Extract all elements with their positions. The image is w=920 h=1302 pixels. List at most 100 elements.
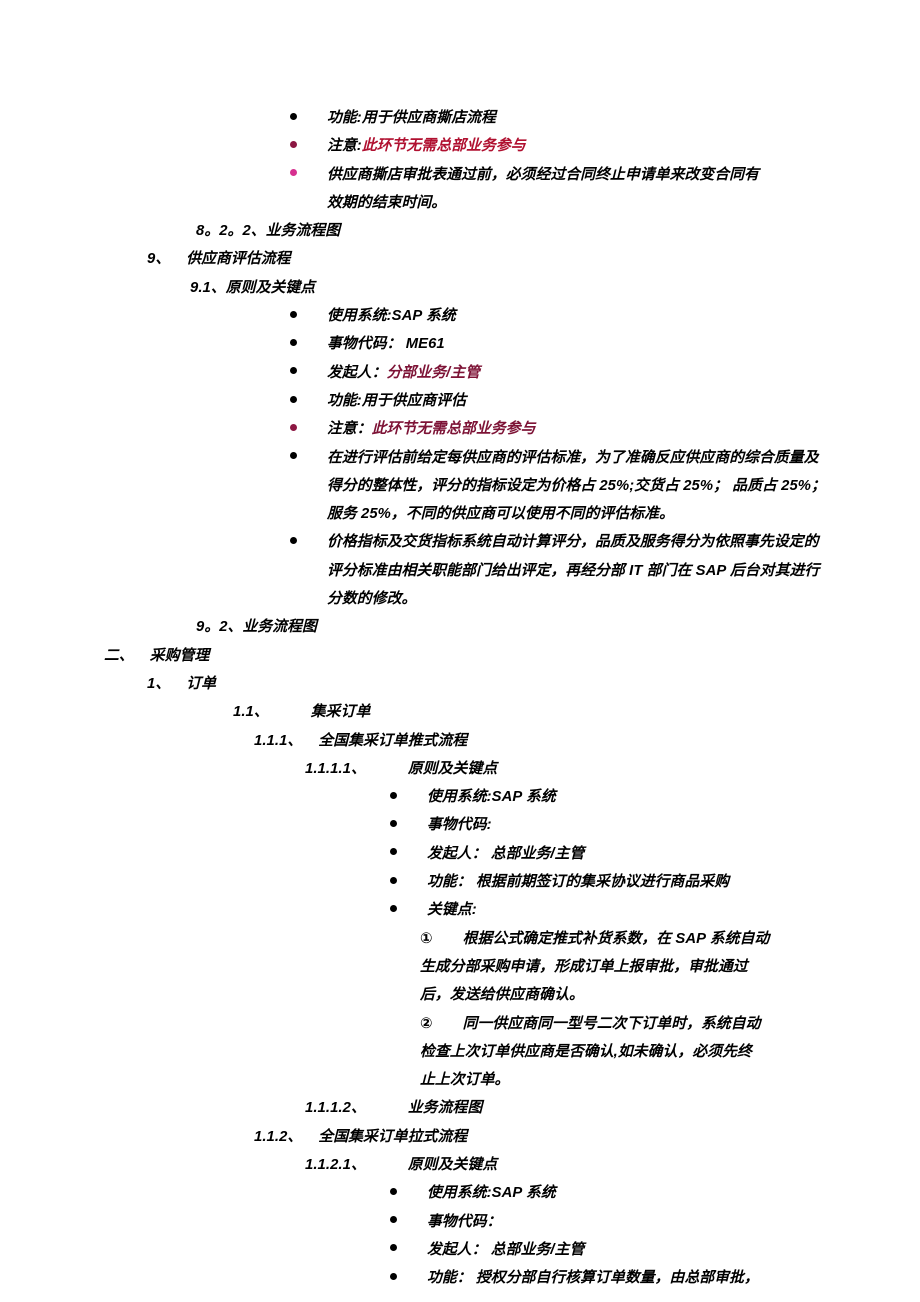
bullet-icon: [390, 840, 427, 868]
heading-9: 9、 供应商评估流程: [0, 245, 815, 273]
numbered-item-text: 生成分部采购申请，形成订单上报审批，审批通过 后，发送给供应商确认。: [420, 953, 815, 1010]
bullet-icon: [390, 1264, 427, 1292]
list-item-paragraph: 价格指标及交货指标系统自动计算评分，品质及服务得分为依照事先设定的 评分标准由相…: [0, 528, 819, 613]
heading-title: 供应商评估流程: [186, 251, 291, 268]
list-item: 使用系统:SAP 系统: [0, 1179, 815, 1207]
initiator-label: 发起人：: [327, 364, 387, 381]
line-2: 得分的整体性，评分的指标设定为价格占 25%;交货占 25%； 品质占 25%；: [327, 477, 826, 494]
list-item-label: 价格指标及交货指标系统自动计算评分，品质及服务得分为依照事先设定的 评分标准由相…: [327, 528, 819, 613]
heading-title: 集采订单: [310, 704, 371, 721]
line-1: 在进行评估前给定每供应商的评估标准，为了准确反应供应商的综合质量及: [327, 449, 819, 466]
heading-1-1-1-2: 1.1.1.2、 业务流程图: [0, 1094, 815, 1122]
circled-number-2-icon: ②: [420, 1010, 463, 1038]
heading-number-text: 二、: [104, 647, 134, 664]
list-item: 事物代码:: [0, 811, 815, 839]
note-text: 注意:此环节无需总部业务参与: [327, 132, 815, 160]
list-item: 发起人： 总部业务/主管: [0, 1236, 815, 1264]
list-item: 功能： 授权分部自行核算订单数量，由总部审批，: [0, 1264, 815, 1292]
list-item-label: 使用系统:SAP 系统: [327, 308, 456, 325]
heading-number: 1.1.1、: [254, 727, 318, 755]
bullet-icon: [290, 104, 327, 132]
bullet-icon: [290, 359, 327, 387]
initiator-value: 分部业务/主管: [386, 364, 481, 381]
list-item-label: 功能:用于供应商评估: [327, 392, 467, 409]
heading-title: 原则及关键点: [225, 279, 316, 296]
bullet-icon: [290, 302, 327, 330]
note-text: 注意：此环节无需总部业务参与: [327, 415, 815, 443]
list-item-paragraph: 在进行评估前给定每供应商的评估标准，为了准确反应供应商的综合质量及 得分的整体性…: [0, 444, 826, 529]
bullet-icon: [390, 1236, 427, 1264]
heading-title: 全国集采订单拉式流程: [318, 1128, 468, 1145]
document-page: 功能:用于供应商撕店流程 注意:此环节无需总部业务参与 供应商撕店审批表通过前，…: [0, 0, 920, 1302]
line-3: 后，发送给供应商确认。: [420, 987, 584, 1004]
heading-1-1-2-1: 1.1.2.1、 原则及关键点: [0, 1151, 815, 1179]
list-item: 供应商撕店审批表通过前，必须经过合同终止申请单来改变合同有 效期的结束时间。: [0, 161, 815, 218]
document-body: 功能:用于供应商撕店流程 注意:此环节无需总部业务参与 供应商撕店审批表通过前，…: [0, 104, 826, 1292]
line-3: 服务 25%，不同的供应商可以使用不同的评估标准。: [327, 506, 674, 523]
list-item-note: 注意：此环节无需总部业务参与: [0, 415, 815, 443]
list-item-label: 功能:用于供应商撕店流程: [327, 110, 496, 126]
circled-number-text: ②: [420, 1015, 433, 1032]
list-item-label: 使用系统:SAP 系统: [427, 789, 556, 806]
heading-1-1-1: 1.1.1、 全国集采订单推式流程: [0, 727, 815, 755]
list-item-label: 事物代码:: [427, 817, 492, 834]
line-1: 根据公式确定推式补货系数，在 SAP 系统自动: [462, 930, 770, 947]
heading-number-text: 9、: [147, 251, 171, 268]
heading-number: 8。2。2、: [196, 223, 266, 240]
heading-number-text: 1.1.1.2、: [305, 1100, 366, 1117]
bullet-icon: [390, 1179, 427, 1207]
list-item-label: 事物代码：: [427, 1213, 502, 1230]
line-2: 效期的结束时间。: [327, 194, 447, 211]
circled-number-1-icon: ①: [420, 925, 463, 953]
list-item: 功能： 根据前期签订的集采协议进行商品采购: [0, 868, 815, 896]
bullet-icon: [290, 444, 327, 472]
list-item-label: 关键点:: [427, 902, 477, 919]
line-1: 同一供应商同一型号二次下订单时，系统自动: [462, 1015, 761, 1032]
bullet-icon: [390, 1208, 427, 1236]
list-item: 功能:用于供应商评估: [0, 387, 815, 415]
bullet-icon: [390, 868, 427, 896]
list-item-label: 发起人： 总部业务/主管: [427, 1241, 585, 1258]
list-item: 使用系统:SAP 系统: [0, 783, 815, 811]
numbered-item-2-cont: 检查上次订单供应商是否确认,如未确认，必须先终 止上次订单。: [0, 1038, 815, 1095]
heading-number-text: 1.1.1、: [254, 732, 303, 749]
circled-number-text: ①: [420, 930, 433, 947]
line-3: 分数的修改。: [327, 591, 417, 608]
line-2: 检查上次订单供应商是否确认,如未确认，必须先终: [420, 1043, 752, 1060]
heading-number-text: 1.1、: [233, 704, 269, 721]
heading-number: 1.1.2.1、: [305, 1151, 408, 1179]
list-item-note: 注意:此环节无需总部业务参与: [0, 132, 815, 160]
list-item: 事物代码： ME61: [0, 330, 815, 358]
bullet-icon: [290, 330, 327, 358]
numbered-item-text: 根据公式确定推式补货系数，在 SAP 系统自动: [463, 925, 815, 953]
note-label: 注意:: [327, 138, 362, 155]
bullet-icon: [390, 783, 427, 811]
heading-number-text: 1、: [147, 675, 171, 692]
heading-9-1: 9.1、 原则及关键点: [0, 274, 815, 302]
heading-1-1-1-1: 1.1.1.1、 原则及关键点: [0, 755, 815, 783]
bullet-icon: [290, 528, 327, 556]
bullet-icon: [390, 896, 427, 924]
heading-number: 1.1.1.2、: [305, 1094, 408, 1122]
list-item: 关键点:: [0, 896, 815, 924]
list-item: 发起人： 总部业务/主管: [0, 840, 815, 868]
heading-number-text: 1.1.2.1、: [305, 1156, 366, 1173]
heading-number: 1、: [147, 670, 186, 698]
heading-title: 订单: [186, 675, 217, 692]
heading-1-1-2: 1.1.2、 全国集采订单拉式流程: [0, 1123, 815, 1151]
list-item-initiator: 发起人：分部业务/主管: [0, 359, 815, 387]
numbered-item-1-cont: 生成分部采购申请，形成订单上报审批，审批通过 后，发送给供应商确认。: [0, 953, 815, 1010]
note-emphasis: 此环节无需总部业务参与: [371, 421, 536, 438]
list-item: 使用系统:SAP 系统: [0, 302, 815, 330]
list-item-label: 供应商撕店审批表通过前，必须经过合同终止申请单来改变合同有 效期的结束时间。: [327, 161, 815, 218]
line-1: 供应商撕店审批表通过前，必须经过合同终止申请单来改变合同有: [327, 166, 760, 183]
heading-title: 业务流程图: [242, 619, 317, 636]
heading-8-2-2: 8。2。2、 业务流程图: [0, 217, 815, 245]
line-1: 价格指标及交货指标系统自动计算评分，品质及服务得分为依照事先设定的: [327, 534, 819, 551]
note-label: 注意：: [327, 421, 372, 438]
heading-9-2: 9。2、 业务流程图: [0, 613, 815, 641]
list-item-label: 发起人：分部业务/主管: [327, 359, 815, 387]
bullet-icon: [390, 811, 427, 839]
heading-title: 原则及关键点: [407, 760, 498, 777]
heading-number: 1.1、: [233, 698, 311, 726]
